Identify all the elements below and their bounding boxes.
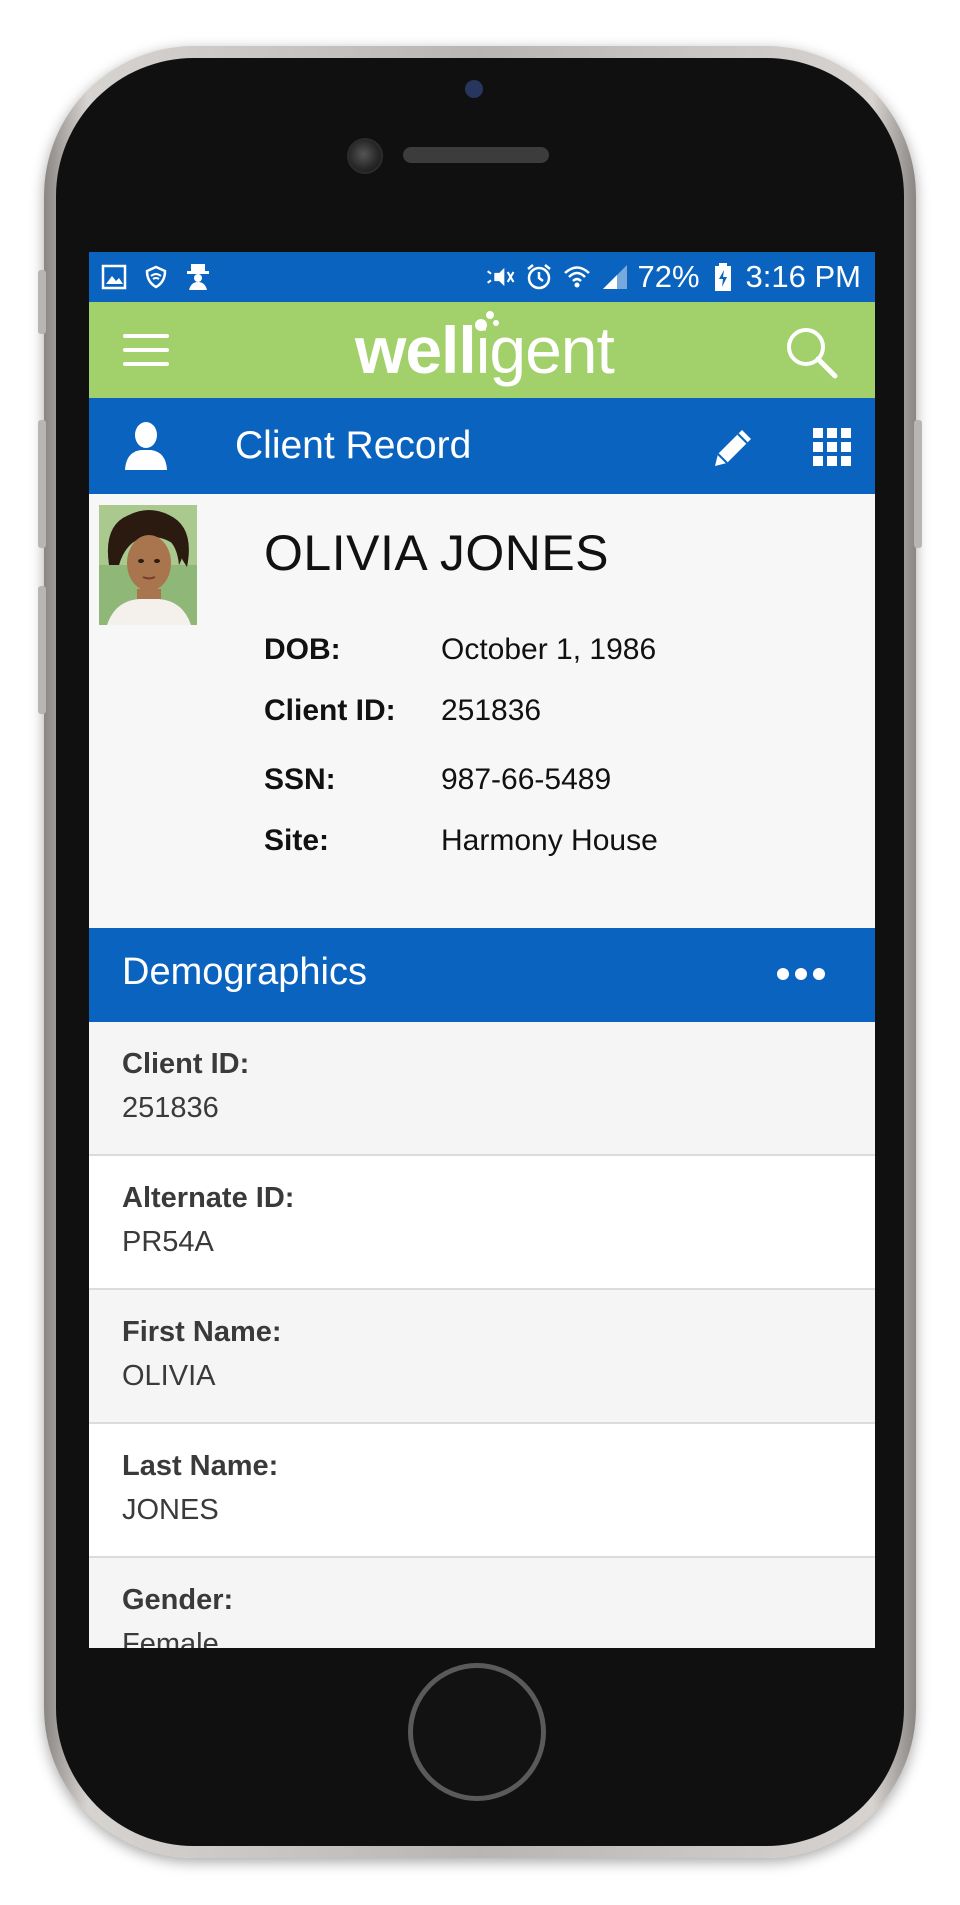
client-name: OLIVIA JONES bbox=[264, 525, 610, 581]
info-value: October 1, 1986 bbox=[441, 633, 657, 666]
apps-grid-icon[interactable] bbox=[813, 428, 851, 466]
field-last-name[interactable]: Last Name: JONES bbox=[89, 1424, 875, 1558]
info-label: SSN: bbox=[264, 763, 336, 796]
more-horizontal-icon[interactable] bbox=[777, 968, 825, 980]
status-bar: 72% 3:16 PM bbox=[89, 252, 875, 302]
gallery-icon bbox=[99, 262, 129, 292]
field-value: 251836 bbox=[122, 1092, 219, 1124]
field-value: OLIVIA bbox=[122, 1360, 216, 1392]
field-alternate-id[interactable]: Alternate ID: PR54A bbox=[89, 1156, 875, 1290]
battery-percent: 72% bbox=[637, 259, 700, 294]
volume-up-button bbox=[38, 420, 46, 548]
info-label: Site: bbox=[264, 824, 330, 857]
vpn-shield-icon bbox=[141, 262, 171, 292]
field-label: First Name: bbox=[122, 1316, 282, 1348]
field-value: JONES bbox=[122, 1494, 219, 1526]
volume-down-button bbox=[38, 586, 46, 714]
field-gender[interactable]: Gender: Female bbox=[89, 1558, 875, 1648]
front-camera-icon bbox=[347, 138, 383, 174]
field-value: PR54A bbox=[122, 1226, 214, 1258]
spy-icon bbox=[183, 262, 213, 292]
hamburger-icon[interactable] bbox=[123, 334, 169, 368]
alarm-icon bbox=[524, 262, 554, 292]
mute-switch bbox=[38, 270, 46, 334]
search-icon[interactable] bbox=[781, 322, 841, 382]
person-icon bbox=[121, 420, 171, 472]
demographics-list: Client ID: 251836 Alternate ID: PR54A Fi… bbox=[89, 1022, 875, 1648]
field-label: Gender: bbox=[122, 1584, 234, 1616]
power-button bbox=[914, 420, 922, 548]
page-title: Client Record bbox=[235, 424, 472, 467]
client-record-bar: Client Record bbox=[89, 398, 875, 494]
client-photo bbox=[99, 505, 197, 625]
field-value: Female bbox=[122, 1628, 219, 1648]
home-button[interactable] bbox=[408, 1663, 546, 1801]
app-screen: 72% 3:16 PM welligent Client Record OLIV… bbox=[89, 252, 875, 1648]
field-client-id[interactable]: Client ID: 251836 bbox=[89, 1022, 875, 1156]
proximity-sensor bbox=[465, 80, 483, 98]
wifi-icon bbox=[562, 262, 592, 292]
app-header: welligent bbox=[89, 302, 875, 398]
info-value: Harmony House bbox=[441, 824, 658, 857]
welligent-logo: welligent bbox=[355, 311, 615, 387]
field-label: Client ID: bbox=[122, 1048, 250, 1080]
battery-charging-icon bbox=[708, 262, 738, 292]
pencil-icon[interactable] bbox=[709, 424, 757, 472]
status-time: 3:16 PM bbox=[745, 259, 861, 294]
client-profile: OLIVIA JONES DOB: October 1, 1986 Client… bbox=[89, 494, 875, 928]
info-label: DOB: bbox=[264, 633, 341, 666]
info-value: 251836 bbox=[441, 694, 542, 727]
earpiece-speaker bbox=[403, 147, 549, 163]
field-label: Last Name: bbox=[122, 1450, 279, 1482]
demographics-header: Demographics bbox=[89, 928, 875, 1022]
info-label: Client ID: bbox=[264, 694, 396, 727]
field-label: Alternate ID: bbox=[122, 1182, 295, 1214]
signal-icon bbox=[600, 262, 630, 292]
info-value: 987-66-5489 bbox=[441, 763, 612, 796]
demographics-title: Demographics bbox=[122, 951, 367, 993]
field-first-name[interactable]: First Name: OLIVIA bbox=[89, 1290, 875, 1424]
mute-icon bbox=[486, 262, 516, 292]
